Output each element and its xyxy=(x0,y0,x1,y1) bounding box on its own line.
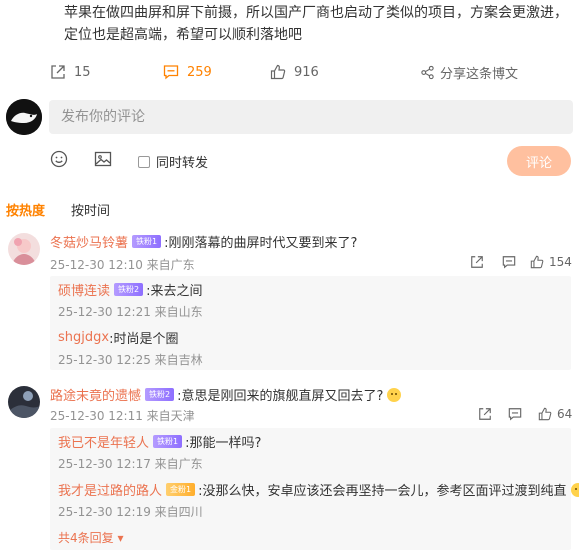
comment-icon xyxy=(163,65,179,80)
tab-sort-hot[interactable]: 按热度 xyxy=(6,200,45,219)
comment-2-line: 路途末竟的遗憾 铁粉2 :意思是刚回来的旗舰直屏又回去了? xyxy=(50,385,402,404)
comment-2-username[interactable]: 路途末竟的遗憾 xyxy=(50,385,141,404)
comment-button[interactable]: 259 xyxy=(163,60,212,84)
my-avatar[interactable] xyxy=(6,99,42,135)
gold-fan-badge: 金粉1 xyxy=(166,483,196,496)
post-text-line-1: 苹果在做四曲屏和屏下前摄，所以国产厂商也启动了类似的项目，方案会更激进， xyxy=(64,5,568,21)
repost-count: 15 xyxy=(74,64,91,80)
repost-checkbox-label: 同时转发 xyxy=(156,156,209,171)
avatar[interactable] xyxy=(8,386,40,418)
view-more-replies-link[interactable]: 共4条回复 ▾ xyxy=(58,529,123,546)
reply-line: shgjdgx :时尚是个圈 xyxy=(58,328,178,347)
comment-2-meta: 25-12-30 12:11 来自天津 xyxy=(50,409,195,423)
comment-input[interactable] xyxy=(49,100,573,134)
repost-icon xyxy=(479,408,491,420)
reply-line: 硕博连读 铁粉2 :来去之间 xyxy=(58,280,203,299)
reply-text: :那能一样吗? xyxy=(185,436,262,451)
comment-1-reply-button[interactable] xyxy=(502,255,516,269)
reply-username[interactable]: shgjdgx xyxy=(58,330,109,345)
image-icon[interactable] xyxy=(94,150,112,172)
comment-2-like-button[interactable]: 64 xyxy=(538,407,572,421)
comment-1-line: 冬菇炒马铃薯 铁粉1 :刚刚落幕的曲屏时代又要到来了? xyxy=(50,232,357,251)
comment-1-text: :刚刚落幕的曲屏时代又要到来了? xyxy=(164,236,358,251)
reply-username[interactable]: 硕博连读 xyxy=(58,280,110,299)
fan-badge: 铁粉2 xyxy=(114,283,144,296)
post-action-bar: 15 259 916 分享这条博文 xyxy=(0,60,579,84)
comment-2-like-count: 64 xyxy=(557,407,573,421)
comment-1-repost-button[interactable] xyxy=(470,255,484,269)
repost-icon xyxy=(51,65,65,79)
reply-username[interactable]: 我已不是年轻人 xyxy=(58,432,149,451)
tab-sort-time[interactable]: 按时间 xyxy=(71,200,110,219)
reply-line: 我才是过路的路人 金粉1 :没那么快，安卓应该还会再坚持一会儿，参考区面评过渡到… xyxy=(58,480,579,499)
fan-badge: 铁粉2 xyxy=(145,388,175,401)
share-icon xyxy=(421,65,434,79)
reply-meta: 25-12-30 12:21 来自山东 xyxy=(58,305,203,319)
reply-text: :时尚是个圈 xyxy=(109,332,179,347)
comment-2-reply-button[interactable] xyxy=(508,407,522,421)
more-replies-label: 共4条回复 xyxy=(58,531,114,545)
reply-meta: 25-12-30 12:17 来自广东 xyxy=(58,457,203,471)
reply-line: 我已不是年轻人 铁粉1 :那能一样吗? xyxy=(58,432,261,451)
fan-badge: 铁粉1 xyxy=(132,235,162,248)
comment-2-replies: 我已不是年轻人 铁粉1 :那能一样吗? 25-12-30 12:17 来自广东 … xyxy=(50,428,579,550)
compose-toolbar: 同时转发 评论 xyxy=(0,146,579,176)
fan-badge: 铁粉1 xyxy=(153,435,183,448)
comment-icon xyxy=(508,408,522,421)
like-icon xyxy=(538,407,552,421)
share-button[interactable]: 分享这条博文 xyxy=(420,60,518,84)
reply-username[interactable]: 我才是过路的路人 xyxy=(58,480,162,499)
avatar[interactable] xyxy=(8,233,40,265)
submit-comment-button[interactable]: 评论 xyxy=(507,146,571,176)
repost-checkbox-row[interactable]: 同时转发 xyxy=(138,152,208,171)
reply-meta: 25-12-30 12:25 来自吉林 xyxy=(58,353,203,367)
comment-1-username[interactable]: 冬菇炒马铃薯 xyxy=(50,232,128,251)
emoji-icon[interactable] xyxy=(50,150,68,172)
comment-2-repost-button[interactable] xyxy=(478,407,492,421)
comment-1-like-button[interactable]: 154 xyxy=(530,255,572,269)
reply-meta: 25-12-30 12:19 来自四川 xyxy=(58,505,203,519)
comment-1-like-count: 154 xyxy=(549,255,572,269)
comment-input-box[interactable] xyxy=(49,100,573,134)
comment-1-meta: 25-12-30 12:10 来自广东 xyxy=(50,258,195,272)
like-count: 916 xyxy=(294,64,319,80)
reply-text: :没那么快，安卓应该还会再坚持一会儿，参考区面评过渡到纯直 xyxy=(198,484,567,499)
comment-icon xyxy=(502,256,516,269)
comment-1-replies: 硕博连读 铁粉2 :来去之间 25-12-30 12:21 来自山东 shgjd… xyxy=(50,276,571,370)
repost-checkbox[interactable] xyxy=(138,155,150,168)
comment-count: 259 xyxy=(187,64,212,80)
repost-icon xyxy=(471,256,483,268)
smile-emoji-icon xyxy=(570,482,579,497)
post-body: 苹果在做四曲屏和屏下前摄，所以国产厂商也启动了类似的项目，方案会更激进， 定位也… xyxy=(64,2,569,46)
like-button[interactable]: 916 xyxy=(270,60,319,84)
like-icon xyxy=(270,64,286,80)
like-icon xyxy=(530,255,544,269)
comment-2-text: :意思是刚回来的旗舰直屏又回去了? xyxy=(177,389,384,404)
repost-button[interactable]: 15 xyxy=(50,60,91,84)
smile-emoji-icon xyxy=(387,387,402,402)
chevron-down-icon: ▾ xyxy=(113,531,124,545)
share-label: 分享这条博文 xyxy=(440,66,519,82)
post-text-line-2: 定位也是超高端，希望可以顺利落地吧 xyxy=(64,27,302,43)
reply-text: :来去之间 xyxy=(146,284,203,299)
comment-sort-tabs: 按热度 按时间 xyxy=(6,200,110,219)
